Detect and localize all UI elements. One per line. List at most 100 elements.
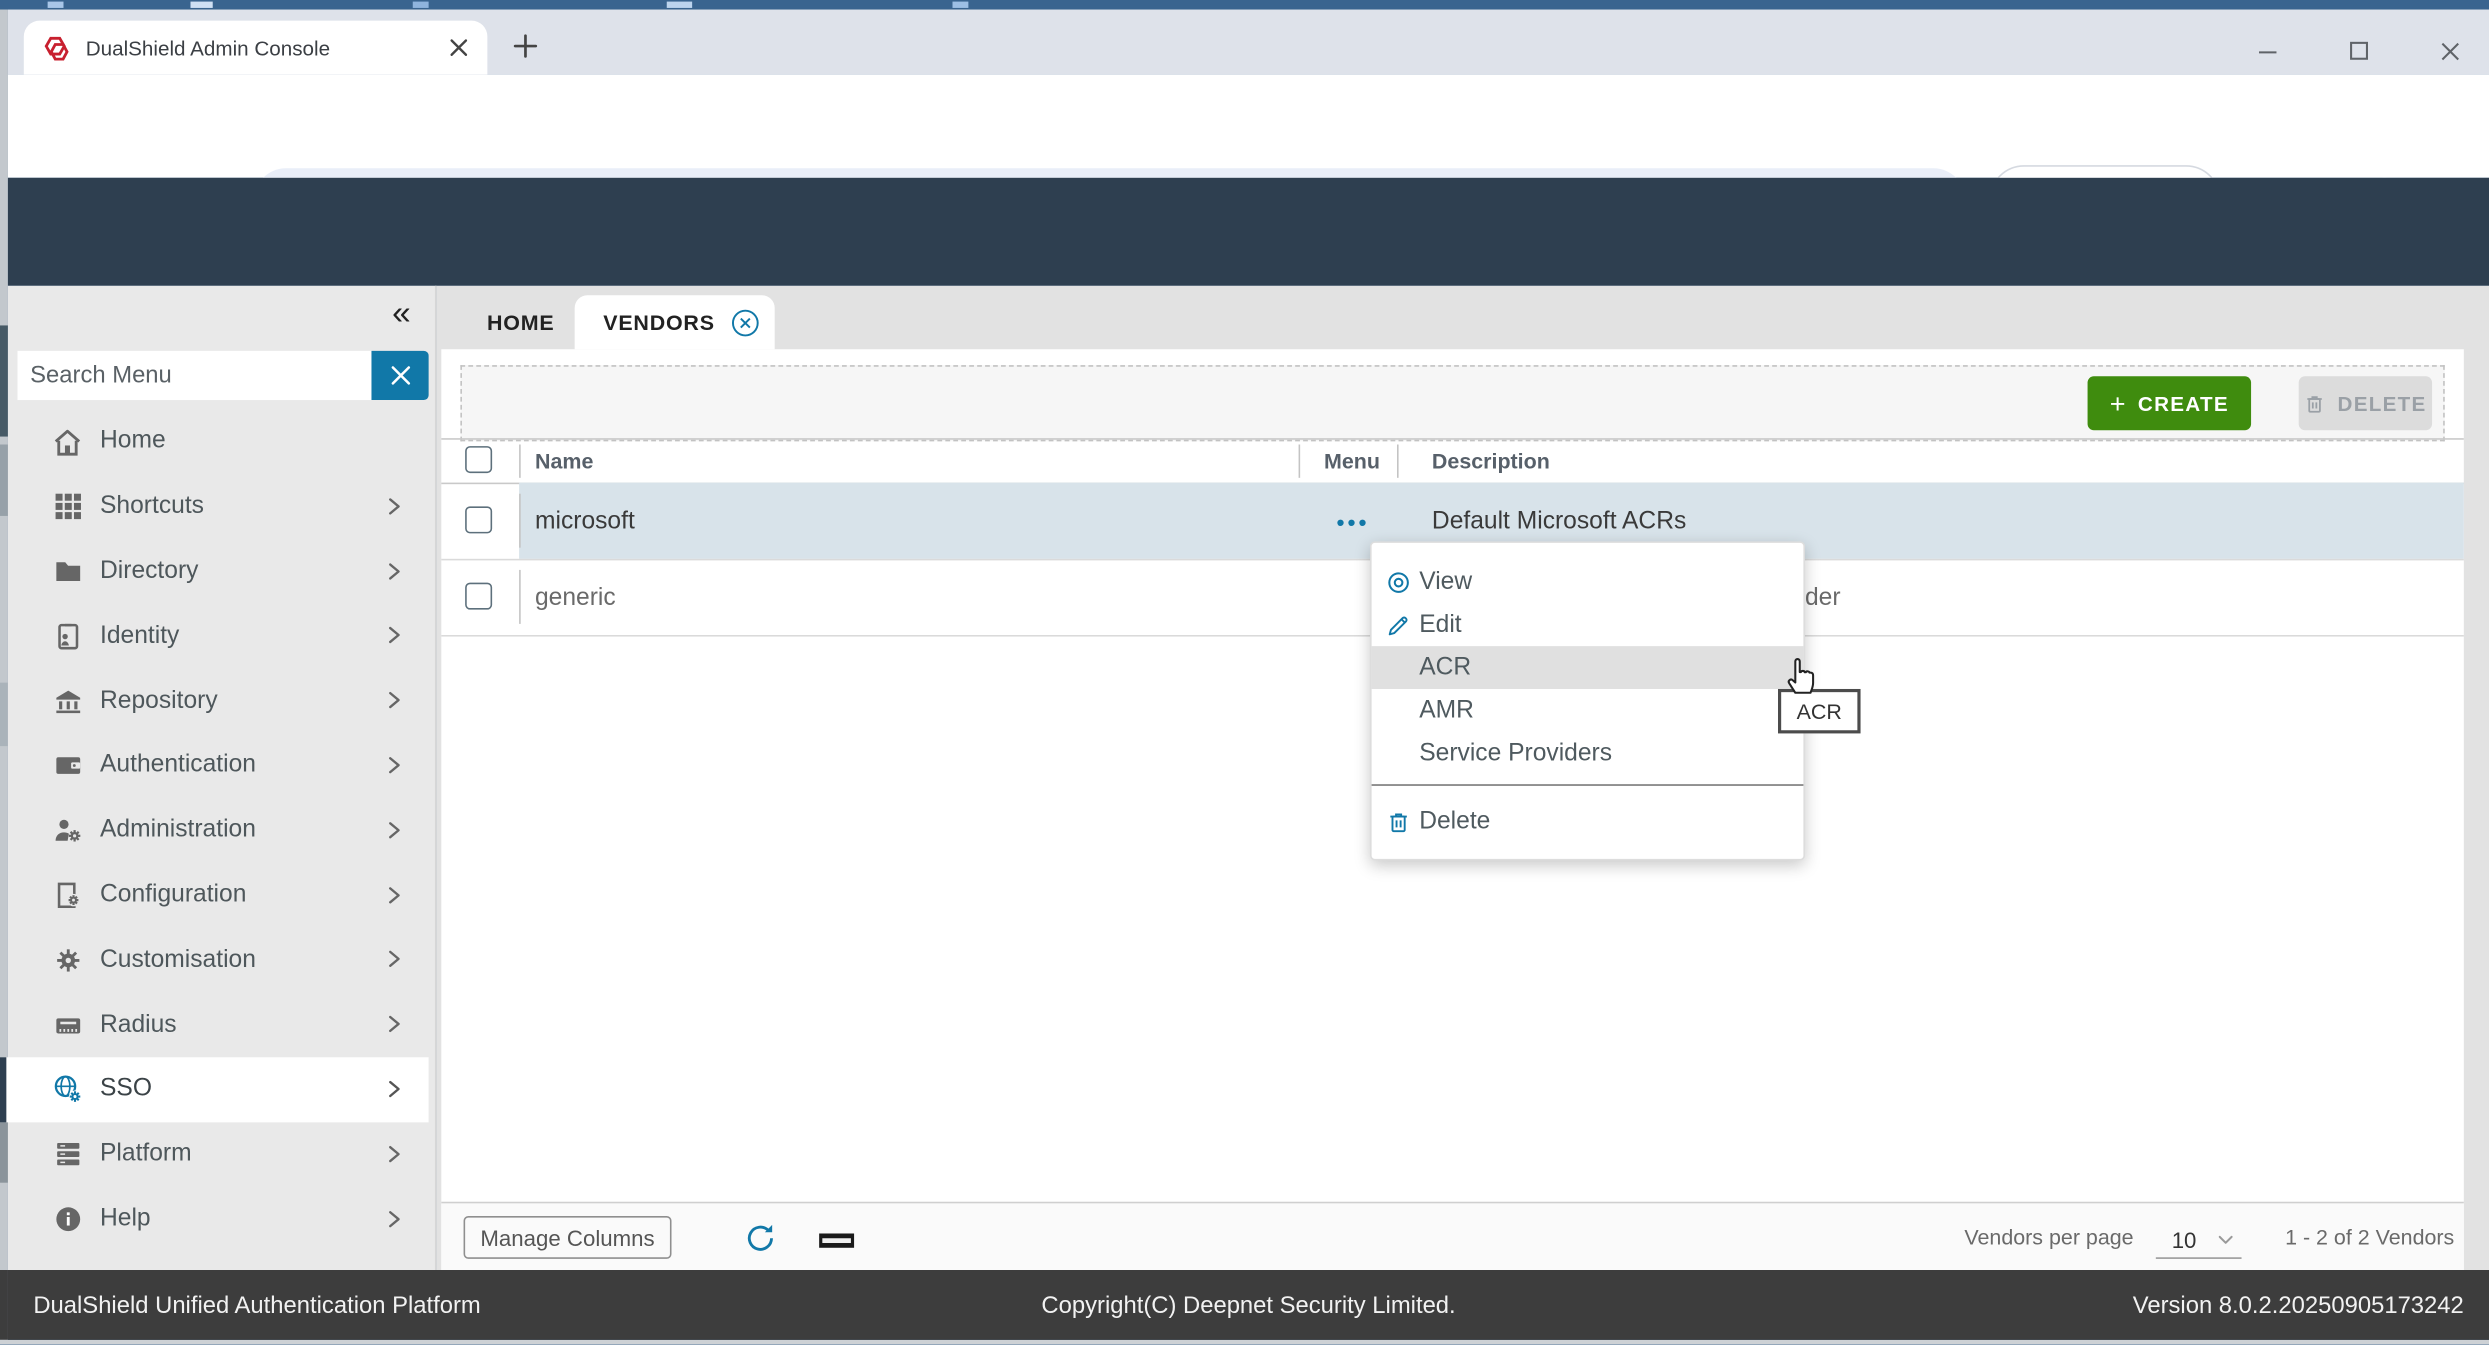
column-header-description[interactable]: Description <box>1432 449 1550 473</box>
context-menu-item-amr[interactable]: AMR <box>1372 689 1804 732</box>
status-footer: DualShield Unified Authentication Platfo… <box>8 1270 2489 1340</box>
context-menu-label: AMR <box>1419 696 1474 725</box>
tab-vendors-close-icon[interactable] <box>731 307 761 337</box>
sidebar-item-sso[interactable]: SSO <box>0 1057 429 1122</box>
new-tab-icon[interactable] <box>513 33 538 58</box>
context-menu-item-edit[interactable]: Edit <box>1372 603 1804 646</box>
footer-copyright-text: Copyright(C) Deepnet Security Limited. <box>8 1292 2489 1319</box>
sidebar-item-help[interactable]: Help <box>0 1187 429 1252</box>
sidebar-item-label: Radius <box>100 1011 177 1040</box>
sidebar-item-label: Configuration <box>100 881 246 910</box>
browser-tab-title: DualShield Admin Console <box>86 36 450 60</box>
grid-icon <box>52 492 82 521</box>
desktop-fragment <box>953 2 969 8</box>
context-menu-item-acr[interactable]: ACR <box>1372 646 1804 689</box>
app-header: DUALSHIELD UNIFIED AUTHENTICATION Admini… <box>8 178 2489 286</box>
row-checkbox[interactable] <box>465 583 492 610</box>
column-divider <box>519 570 521 624</box>
screen: DualShield Admin Console <box>0 0 2489 1345</box>
delete-button[interactable]: DELETE <box>2299 376 2432 430</box>
sidebar-item-label: Platform <box>100 1140 192 1169</box>
column-divider <box>1299 445 1301 478</box>
pencil-icon <box>1386 612 1411 637</box>
sidebar-collapse-icon[interactable]: « <box>392 297 416 330</box>
sidebar-item-customisation[interactable]: Customisation <box>0 928 429 993</box>
sidebar-item-label: Home <box>100 428 166 457</box>
context-menu-label: ACR <box>1419 653 1471 682</box>
vendor-description-cell[interactable]: Default Microsoft ACRs <box>1432 508 1686 537</box>
per-page-label: Vendors per page <box>1964 1226 2133 1250</box>
trash-icon <box>2304 391 2326 415</box>
column-divider <box>519 445 521 478</box>
row-checkbox[interactable] <box>465 506 492 533</box>
create-button-label: CREATE <box>2138 391 2229 415</box>
search-menu-input[interactable] <box>17 351 371 400</box>
tab-close-icon[interactable] <box>449 38 468 57</box>
tab-vendors[interactable]: VENDORS <box>575 295 775 349</box>
sidebar-item-label: Repository <box>100 687 218 716</box>
sidebar-item-label: Authentication <box>100 751 256 780</box>
desktop-fragment <box>191 2 213 8</box>
sidebar-item-configuration[interactable]: Configuration <box>0 863 429 928</box>
plus-icon: + <box>2110 390 2127 417</box>
column-divider <box>519 494 521 548</box>
sidebar-item-shortcuts[interactable]: Shortcuts <box>0 474 429 539</box>
column-header-menu[interactable]: Menu <box>1324 449 1380 473</box>
window-maximize-icon[interactable] <box>2338 32 2379 70</box>
chevron-right-icon <box>383 1078 405 1100</box>
manage-columns-button[interactable]: Manage Columns <box>464 1216 672 1259</box>
sso-globe-gear-icon <box>52 1074 82 1106</box>
sidebar-item-label: Customisation <box>100 946 256 975</box>
column-header-name[interactable]: Name <box>535 449 593 473</box>
context-menu-label: Service Providers <box>1419 739 1612 768</box>
sidebar-item-label: Identity <box>100 622 179 651</box>
context-menu-item-service-providers[interactable]: Service Providers <box>1372 732 1804 775</box>
context-menu-item-view[interactable]: View <box>1372 560 1804 603</box>
tab-vendors-label: VENDORS <box>603 310 715 334</box>
chevron-right-icon <box>383 689 405 711</box>
desktop-fragment <box>0 1270 8 1340</box>
chevron-right-icon <box>383 754 405 776</box>
window-close-icon[interactable] <box>2429 32 2470 70</box>
chevron-right-icon <box>383 495 405 517</box>
context-menu-label: Edit <box>1419 610 1461 639</box>
desktop-top-sliver <box>0 0 2489 10</box>
footer-version-text: Version 8.0.2.20250905173242 <box>2133 1292 2464 1319</box>
sidebar-item-identity[interactable]: Identity <box>0 604 429 669</box>
sidebar-item-repository[interactable]: Repository <box>0 669 429 734</box>
tab-home[interactable]: HOME <box>470 295 572 349</box>
drag-handle-icon[interactable] <box>819 1233 854 1247</box>
pagination-range: 1 - 2 of 2 Vendors <box>2285 1226 2454 1250</box>
sidebar-item-radius[interactable]: Radius <box>0 992 429 1057</box>
document-gear-icon <box>52 881 82 910</box>
browser-tab[interactable]: DualShield Admin Console <box>24 21 488 75</box>
sidebar-item-administration[interactable]: Administration <box>0 798 429 863</box>
window-minimize-icon[interactable] <box>2246 32 2287 70</box>
vendor-name-cell[interactable]: generic <box>535 584 616 613</box>
chevron-right-icon <box>383 1013 405 1035</box>
favicon-dualshield-icon <box>43 34 70 61</box>
create-button[interactable]: + CREATE <box>2088 376 2252 430</box>
select-all-checkbox[interactable] <box>465 446 492 473</box>
sidebar-item-platform[interactable]: Platform <box>0 1122 429 1187</box>
per-page-value: 10 <box>2172 1226 2197 1251</box>
sidebar-item-home[interactable]: Home <box>0 410 429 475</box>
trash-icon <box>1386 809 1411 834</box>
sidebar-item-label: Directory <box>100 557 198 586</box>
row-menu-dots-icon[interactable]: ••• <box>1337 510 1370 535</box>
chevron-right-icon <box>383 819 405 841</box>
browser-toolbar: demo.la.deepnetid.com:8073/dac/#/SSO/ven… <box>8 75 2489 178</box>
per-page-select[interactable]: 10 <box>2156 1221 2242 1259</box>
search-clear-button[interactable] <box>371 351 428 400</box>
vendor-name-cell[interactable]: microsoft <box>535 508 635 537</box>
sidebar-item-authentication[interactable]: Authentication <box>0 733 429 798</box>
chevron-down-icon <box>2216 1230 2235 1249</box>
context-menu-item-delete[interactable]: Delete <box>1372 800 1804 843</box>
refresh-icon[interactable] <box>743 1221 778 1256</box>
sidebar-item-directory[interactable]: Directory <box>0 539 429 604</box>
folder-icon <box>52 557 82 586</box>
chevron-right-icon <box>383 1143 405 1165</box>
vendor-description-partial[interactable]: der <box>1805 584 1841 613</box>
eye-icon <box>1386 569 1411 594</box>
context-menu-label: View <box>1419 568 1472 597</box>
